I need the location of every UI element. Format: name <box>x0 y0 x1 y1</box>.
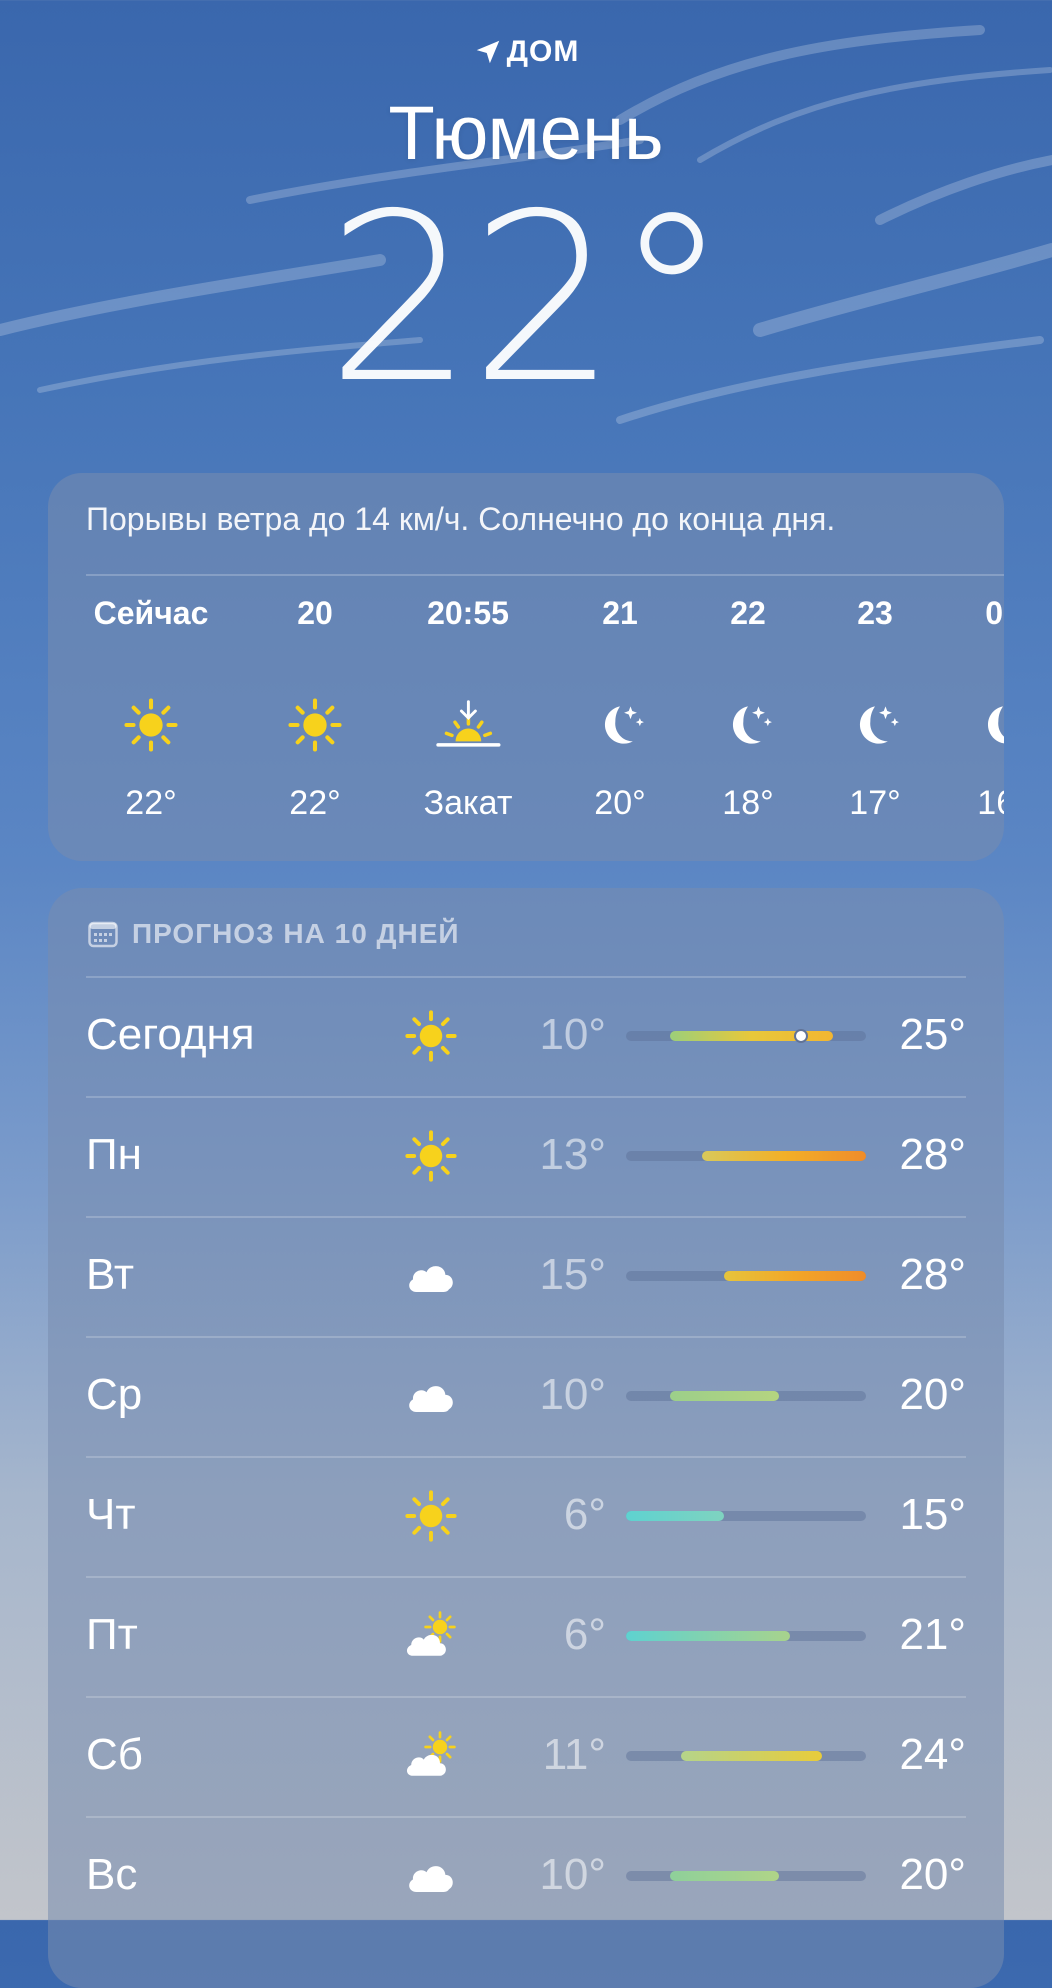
sun-icon <box>240 685 390 765</box>
temperature-range-fill <box>626 1631 790 1641</box>
sun-cloud-icon <box>398 1604 464 1668</box>
hour-temperature: 22° <box>289 784 341 822</box>
divider <box>86 574 1004 576</box>
hourly-forecast-card[interactable]: Порывы ветра до 14 км/ч. Солнечно до кон… <box>48 473 1004 861</box>
daily-row[interactable]: Пн 13° 28° <box>86 1096 966 1216</box>
divider <box>86 1576 966 1578</box>
day-name: Чт <box>86 1490 136 1539</box>
daily-row[interactable]: Пт 6° 21° <box>86 1576 966 1696</box>
low-temperature: 6° <box>563 1610 606 1659</box>
sun-icon <box>398 1124 464 1188</box>
high-temperature: 28° <box>899 1250 966 1299</box>
high-temperature: 28° <box>899 1130 966 1179</box>
weather-summary: Порывы ветра до 14 км/ч. Солнечно до кон… <box>86 501 836 537</box>
temperature-range-fill <box>702 1151 866 1161</box>
day-name: Сб <box>86 1730 143 1779</box>
hour-label: 20 <box>297 595 333 631</box>
temperature-range-bar <box>626 1871 866 1881</box>
low-temperature: 13° <box>539 1130 606 1179</box>
temperature-range-fill <box>669 1391 779 1401</box>
daily-row[interactable]: Вс 10° 20° <box>86 1816 966 1936</box>
low-temperature: 11° <box>542 1730 606 1779</box>
cloud-icon <box>398 1244 464 1308</box>
current-temperature: 22° <box>326 164 729 434</box>
temperature-range-fill <box>626 1511 725 1521</box>
day-name: Сегодня <box>86 1010 255 1059</box>
low-temperature: 10° <box>539 1850 606 1899</box>
high-temperature: 20° <box>899 1370 966 1419</box>
high-temperature: 21° <box>899 1610 966 1659</box>
temperature-range-bar <box>626 1029 866 1043</box>
divider <box>86 976 966 978</box>
daily-forecast-title: ПРОГНОЗ НА 10 ДНЕЙ <box>132 918 460 949</box>
cloud-icon <box>398 1364 464 1428</box>
location-header: ДОМ Тюмень 22° <box>0 30 1052 434</box>
location-label: ДОМ <box>506 35 580 68</box>
day-name: Пн <box>86 1130 142 1179</box>
day-name: Ср <box>86 1370 143 1419</box>
low-temperature: 6° <box>563 1490 606 1539</box>
hourly-item: 20 22° <box>240 593 390 823</box>
divider <box>86 1816 966 1818</box>
hour-label: Сейчас <box>93 595 209 631</box>
hourly-item: 20:55 Закат <box>393 593 543 823</box>
high-temperature: 20° <box>899 1850 966 1899</box>
divider <box>86 1216 966 1218</box>
hourly-item: 00 16° <box>928 593 1004 823</box>
divider <box>86 1456 966 1458</box>
hour-label: 00 <box>985 595 1004 631</box>
temperature-range-fill <box>724 1271 866 1281</box>
daily-row[interactable]: Чт 6° 15° <box>86 1456 966 1576</box>
temperature-range-bar <box>626 1391 866 1401</box>
sun-cloud-icon <box>398 1724 464 1788</box>
sun-icon <box>398 1004 464 1068</box>
high-temperature: 15° <box>899 1490 966 1539</box>
day-name: Пт <box>86 1610 138 1659</box>
hour-temperature: 16° <box>977 784 1004 822</box>
daily-row[interactable]: Сб 11° 24° <box>86 1696 966 1816</box>
hour-temperature: 22° <box>125 784 177 822</box>
hourly-item: Сейчас 22° <box>76 593 226 823</box>
low-temperature: 10° <box>539 1370 606 1419</box>
sun-icon <box>76 685 226 765</box>
high-temperature: 25° <box>899 1010 966 1059</box>
sunset-icon <box>393 685 543 765</box>
temperature-range-bar <box>626 1271 866 1281</box>
cloud-icon <box>398 1844 464 1908</box>
hour-label: 20:55 <box>427 595 509 631</box>
day-name: Вт <box>86 1250 135 1299</box>
daily-forecast-card[interactable]: ПРОГНОЗ НА 10 ДНЕЙ Сегодня 10° 25° Пн 13… <box>48 888 1004 1988</box>
day-name: Вс <box>86 1850 138 1899</box>
divider <box>86 1696 966 1698</box>
hour-temperature: Закат <box>423 784 513 822</box>
sun-icon <box>398 1484 464 1548</box>
temperature-range-bar <box>626 1751 866 1761</box>
calendar-icon <box>88 921 118 948</box>
temperature-range-fill <box>680 1751 823 1761</box>
moon-stars-icon <box>928 685 1004 765</box>
daily-row[interactable]: Сегодня 10° 25° <box>86 976 966 1096</box>
temperature-range-bar <box>626 1151 866 1161</box>
low-temperature: 15° <box>539 1250 606 1299</box>
location-label-row: ДОМ <box>0 30 1052 74</box>
temperature-range-fill <box>669 1871 779 1881</box>
hourly-scroll[interactable]: Сейчас 22° 20 22° 20:55 Закат 21 20° 22 … <box>48 593 1004 853</box>
daily-row[interactable]: Ср 10° 20° <box>86 1336 966 1456</box>
temperature-range-bar <box>626 1511 866 1521</box>
location-arrow-icon <box>476 40 499 64</box>
high-temperature: 24° <box>899 1730 966 1779</box>
temperature-range-bar <box>626 1631 866 1641</box>
daily-forecast-header: ПРОГНОЗ НА 10 ДНЕЙ <box>88 918 460 950</box>
daily-row[interactable]: Вт 15° 28° <box>86 1216 966 1336</box>
low-temperature: 10° <box>539 1010 606 1059</box>
current-temp-marker <box>793 1029 808 1043</box>
divider <box>86 1336 966 1338</box>
temperature-range-fill <box>669 1029 834 1043</box>
divider <box>86 1096 966 1098</box>
